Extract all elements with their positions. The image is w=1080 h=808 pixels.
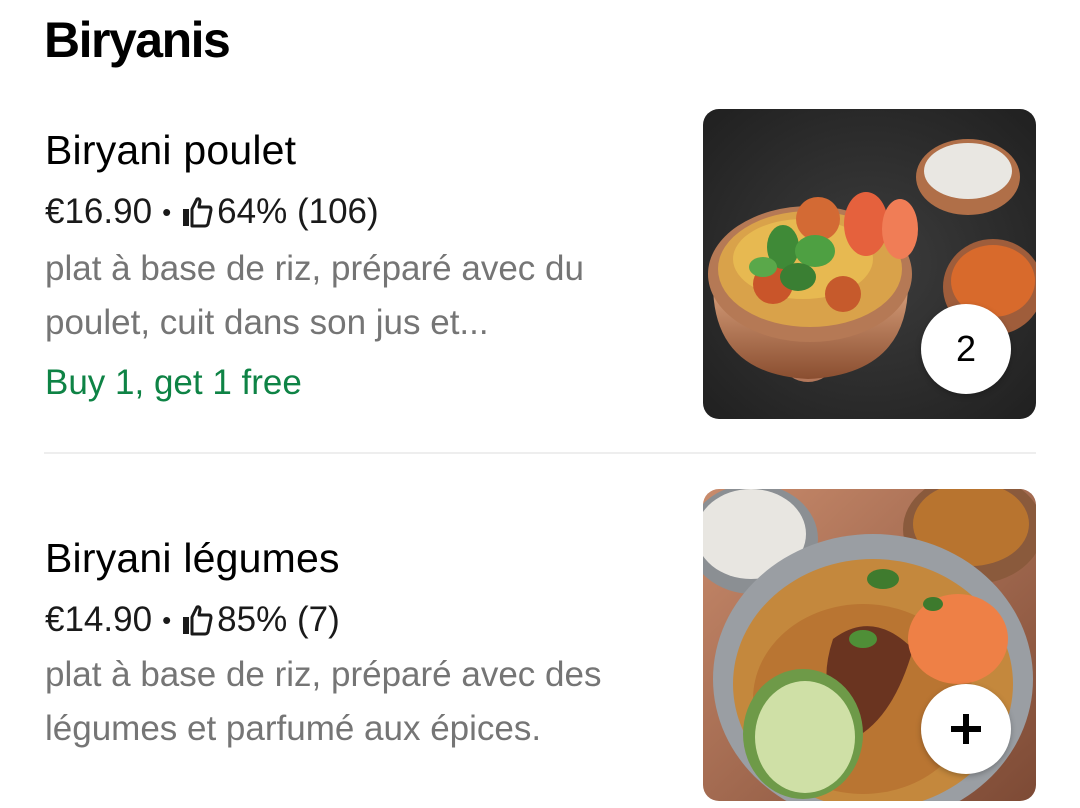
promo-label: Buy 1, get 1 free: [45, 363, 302, 402]
section-title: Biryanis: [44, 12, 231, 68]
menu-item[interactable]: Biryani légumes €14.90 • 85% (7) plat à …: [0, 488, 1080, 808]
quantity-badge[interactable]: 2: [921, 304, 1011, 394]
item-price: €14.90: [45, 600, 153, 639]
description-line: poulet, cuit dans son jus et...: [45, 303, 489, 342]
plus-icon: [951, 714, 981, 744]
item-meta: €14.90 • 85% (7): [45, 598, 340, 642]
item-name: Biryani légumes: [45, 535, 340, 581]
description-line: plat à base de riz, préparé avec du: [45, 249, 584, 288]
item-rating: 64% (106): [217, 192, 379, 231]
item-description: plat à base de riz, préparé avec des lég…: [45, 648, 685, 756]
item-meta: €16.90 • 64% (106): [45, 190, 379, 234]
item-description: plat à base de riz, préparé avec du poul…: [45, 242, 685, 350]
thumbs-up-icon: [183, 197, 213, 228]
item-rating: 85% (7): [217, 600, 340, 639]
item-divider: [44, 452, 1036, 454]
thumbs-up-icon: [183, 605, 213, 636]
separator-dot: •: [162, 197, 172, 227]
item-price: €16.90: [45, 192, 153, 231]
add-to-cart-button[interactable]: [921, 684, 1011, 774]
description-line: plat à base de riz, préparé avec des: [45, 655, 602, 694]
description-line: légumes et parfumé aux épices.: [45, 709, 542, 748]
separator-dot: •: [162, 605, 172, 635]
item-name: Biryani poulet: [45, 127, 297, 173]
menu-item[interactable]: Biryani poulet €16.90 • 64% (106) plat à…: [0, 108, 1080, 420]
